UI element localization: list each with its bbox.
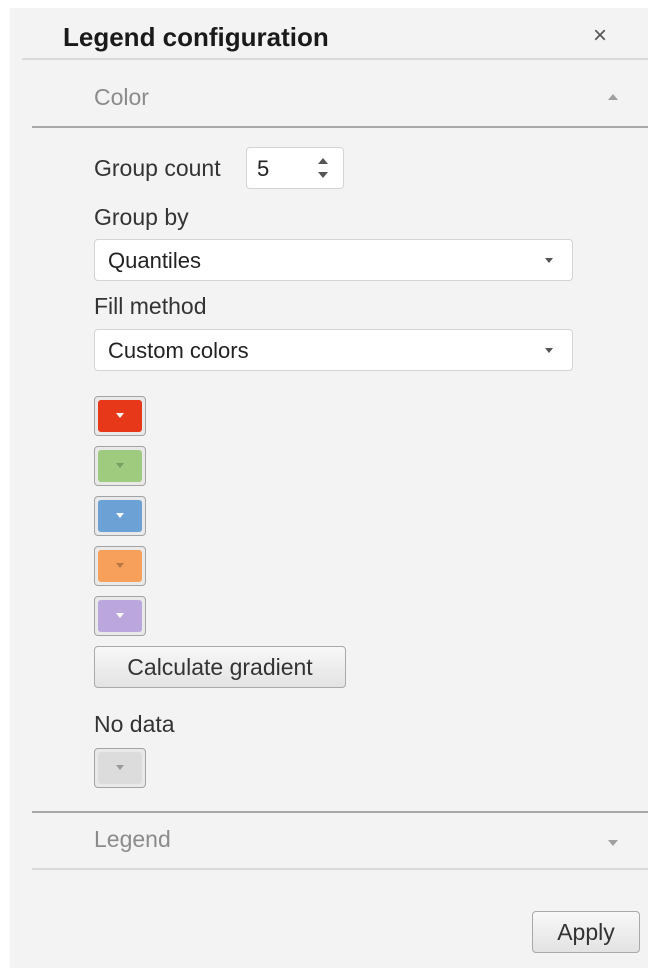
legend-section-header[interactable]: Legend — [32, 810, 632, 870]
fill-method-select[interactable]: Custom colors — [94, 329, 573, 371]
fill-method-label: Fill method — [94, 293, 207, 319]
fill-method-value: Custom colors — [108, 338, 249, 363]
color-swatch-2[interactable] — [94, 446, 146, 486]
chevron-down-icon — [116, 463, 124, 468]
color-section-header[interactable]: Color — [32, 68, 632, 128]
legend-configuration-panel: Legend configuration × Color Group count… — [10, 8, 648, 968]
group-by-label: Group by — [94, 204, 189, 230]
no-data-color-swatch[interactable] — [94, 748, 146, 788]
chevron-down-icon — [116, 413, 124, 418]
chevron-up-icon — [608, 94, 618, 100]
chevron-down-icon — [545, 258, 553, 263]
color-section-title: Color — [94, 84, 149, 110]
group-count-label: Group count — [94, 155, 221, 181]
no-data-label: No data — [94, 711, 175, 737]
divider — [22, 58, 648, 60]
close-icon[interactable]: × — [593, 24, 607, 48]
color-swatch-3[interactable] — [94, 496, 146, 536]
group-by-select[interactable]: Quantiles — [94, 239, 573, 281]
divider — [32, 868, 648, 870]
chevron-down-icon — [608, 840, 618, 846]
divider — [32, 126, 648, 128]
color-swatch-4[interactable] — [94, 546, 146, 586]
color-swatch-1[interactable] — [94, 396, 146, 436]
chevron-down-icon — [116, 765, 124, 770]
chevron-down-icon — [116, 563, 124, 568]
chevron-down-icon — [116, 513, 124, 518]
group-count-value: 5 — [257, 156, 270, 181]
chevron-down-icon — [545, 348, 553, 353]
chevron-down-icon — [116, 613, 124, 618]
apply-button[interactable]: Apply — [532, 911, 640, 953]
legend-section-title: Legend — [94, 826, 171, 852]
stepper-arrows-icon[interactable] — [317, 158, 329, 180]
panel-title: Legend configuration — [63, 22, 329, 52]
calculate-gradient-button[interactable]: Calculate gradient — [94, 646, 346, 688]
group-count-stepper[interactable]: 5 — [246, 147, 344, 189]
color-swatch-5[interactable] — [94, 596, 146, 636]
group-by-value: Quantiles — [108, 248, 201, 273]
